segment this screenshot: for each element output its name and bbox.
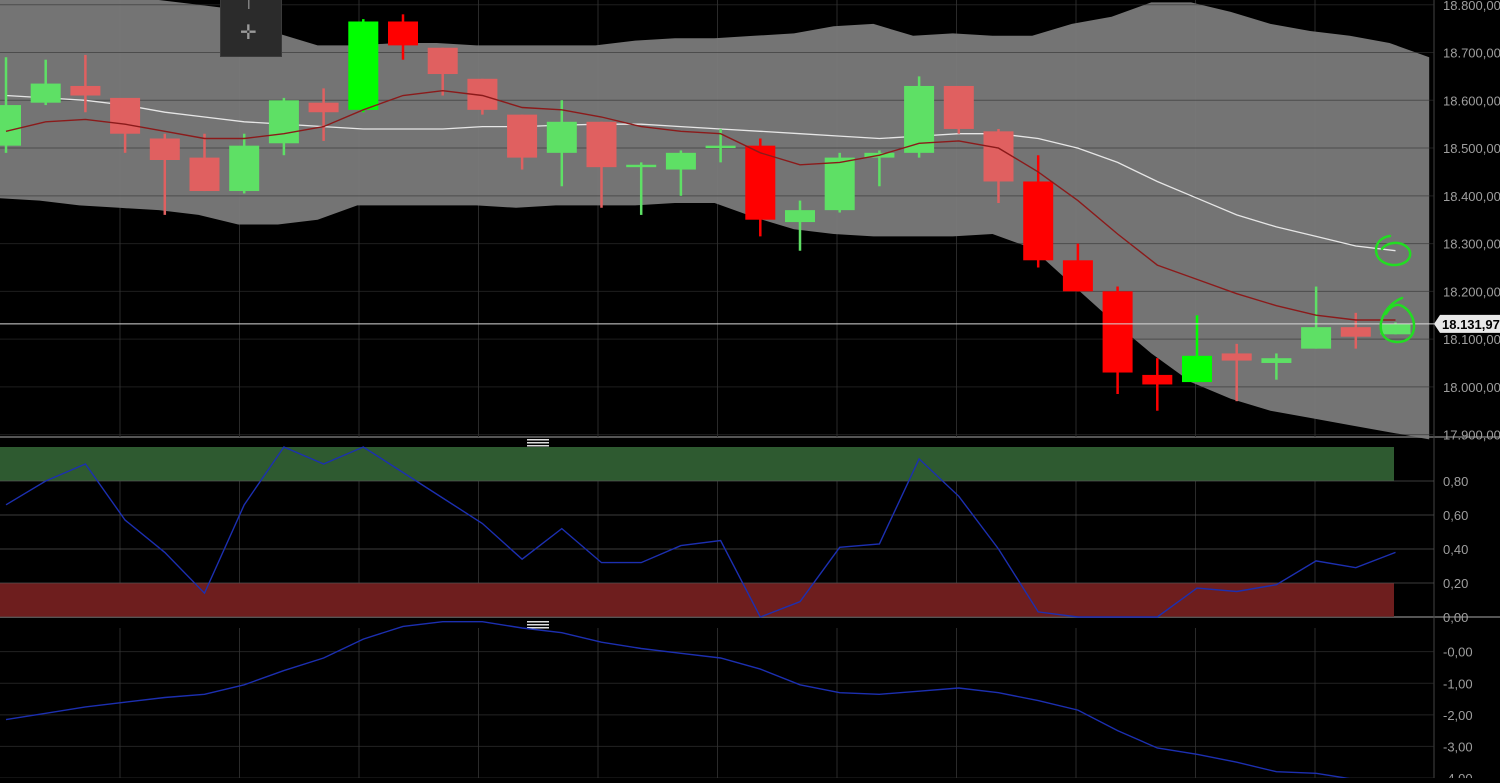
candle-body (983, 131, 1014, 182)
price-tick-label: 18.800,00 (1443, 0, 1500, 13)
momentum-tick-label: -1,00 (1443, 676, 1473, 691)
oscillator-tick-label: 0,40 (1443, 542, 1468, 557)
candle-body (268, 100, 299, 144)
candle-body (149, 138, 180, 160)
candle-body (1023, 181, 1054, 261)
candle-body (348, 21, 379, 110)
price-tick-label: 18.700,00 (1443, 46, 1500, 61)
bearish-candle (467, 78, 498, 115)
current-price-label: 18.131,97 (1442, 317, 1500, 332)
candle-body (1340, 327, 1371, 337)
chart-canvas[interactable]: 18.800,00 18.700,00 18.600,00 18.500,00 18.4… (0, 0, 1500, 783)
candle-body (388, 21, 418, 46)
price-tick-label: 18.400,00 (1443, 189, 1500, 204)
candle-body (507, 114, 538, 158)
price-tick-label: 17.900,00 (1443, 428, 1500, 443)
price-tick-label: 18.000,00 (1443, 380, 1500, 395)
candle-body (1380, 323, 1411, 335)
panel-resize-handle-1[interactable] (527, 439, 549, 447)
candle-body (30, 83, 61, 103)
cursor-icon[interactable]: | (247, 0, 251, 8)
drawing-tools-panel[interactable]: | ✛ (220, 0, 282, 57)
resize-grip-line (527, 442, 549, 444)
resize-grip-line (527, 621, 549, 623)
momentum-tick-label: -4,00 (1443, 771, 1473, 778)
candle-body (70, 85, 101, 96)
candle-body (229, 145, 260, 192)
bearish-candle (943, 85, 974, 134)
momentum-tick-label: -3,00 (1443, 739, 1473, 754)
candle-body (943, 85, 974, 129)
oscillator-tick-label: 0,20 (1443, 576, 1468, 591)
panel-resize-handle-2[interactable] (527, 621, 549, 629)
candle-body (705, 145, 736, 149)
candle-body (427, 47, 458, 75)
candle-body (1062, 260, 1093, 292)
candle-body (665, 152, 696, 170)
price-tick-label: 18.500,00 (1443, 141, 1500, 156)
oversold-zone (0, 583, 1394, 617)
candle-body (308, 102, 339, 113)
candle-body (626, 164, 657, 168)
candle-body (1221, 353, 1252, 361)
crosshair-icon[interactable]: ✛ (240, 23, 257, 43)
candle-body (586, 121, 617, 168)
candle-body (0, 105, 21, 146)
oscillator-tick-label: 0,00 (1443, 610, 1468, 625)
price-tick-label: 18.600,00 (1443, 93, 1500, 108)
resize-grip-line (527, 624, 549, 626)
momentum-tick-label: -2,00 (1443, 708, 1473, 723)
overbought-zone (0, 447, 1394, 481)
oscillator-tick-label: 0,80 (1443, 474, 1468, 489)
chart-root[interactable]: 18.800,00 18.700,00 18.600,00 18.500,00 18.4… (0, 0, 1500, 783)
candle-body (785, 210, 815, 223)
candle-body (189, 157, 220, 192)
candle-body (546, 121, 577, 153)
candle-body (1142, 374, 1173, 385)
candle-body (824, 157, 855, 211)
candle-body (1261, 358, 1292, 363)
price-tick-label: 18.100,00 (1443, 332, 1500, 347)
candle-body (1301, 327, 1332, 349)
resize-grip-line (527, 439, 549, 441)
resize-grip-line (527, 445, 549, 447)
price-tick-label: 18.300,00 (1443, 237, 1500, 252)
price-tick-label: 18.200,00 (1443, 284, 1500, 299)
oscillator-tick-label: 0,60 (1443, 508, 1468, 523)
candle-body (1102, 291, 1133, 373)
bullish-candle (348, 19, 379, 113)
bullish-candle (904, 76, 935, 158)
candle-body (1182, 355, 1212, 383)
candle-body (110, 97, 141, 134)
candle-body (745, 145, 776, 220)
momentum-tick-label: -0,00 (1443, 645, 1473, 660)
